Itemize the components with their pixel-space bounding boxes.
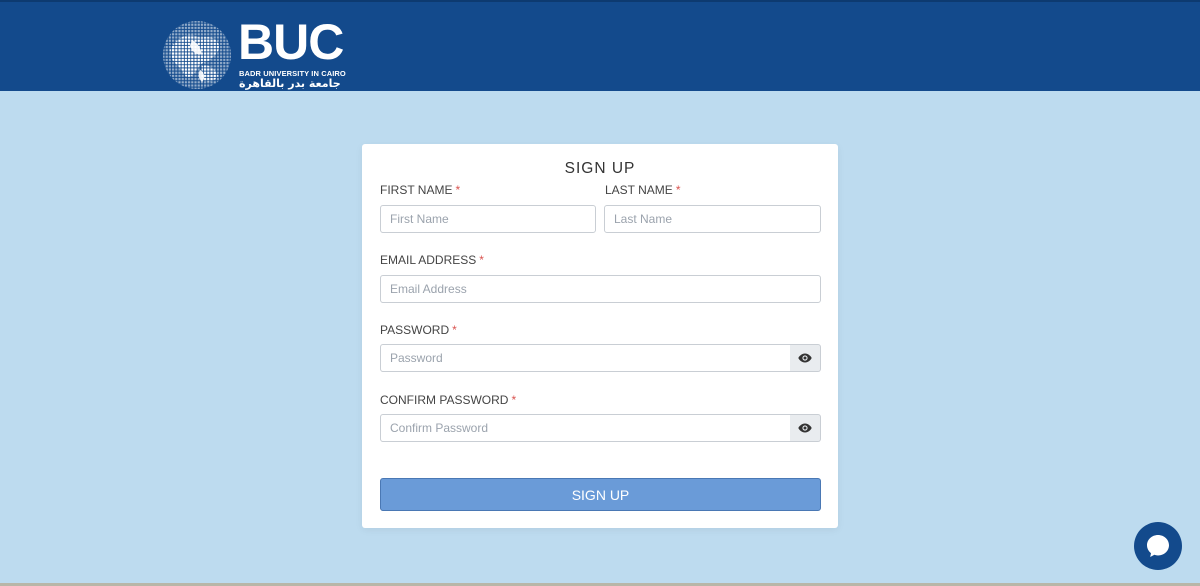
buc-logo[interactable]: BUC BADR UNIVERSITY IN CAIRO جامعة بدر ب… xyxy=(162,14,362,92)
eye-icon xyxy=(798,423,812,433)
chat-widget-button[interactable] xyxy=(1134,522,1182,570)
last-name-label-text: LAST NAME xyxy=(605,183,673,197)
first-name-input[interactable] xyxy=(380,205,596,233)
required-mark: * xyxy=(675,183,681,197)
password-label-text: PASSWORD xyxy=(380,323,450,337)
sign-up-button[interactable]: SIGN UP xyxy=(380,478,821,511)
eye-icon xyxy=(798,353,812,363)
confirm-password-label-text: CONFIRM PASSWORD xyxy=(380,393,509,407)
brand-name: BUC xyxy=(238,14,344,70)
last-name-input[interactable] xyxy=(604,205,821,233)
first-name-label: FIRST NAME * xyxy=(380,183,460,197)
required-mark: * xyxy=(455,183,461,197)
show-confirm-password-toggle[interactable] xyxy=(790,414,821,442)
signup-card: SIGN UP FIRST NAME* LAST NAME* EMAIL ADD… xyxy=(362,144,838,528)
email-label: EMAIL ADDRESS * xyxy=(380,253,484,267)
email-label-text: EMAIL ADDRESS xyxy=(380,253,477,267)
show-password-toggle[interactable] xyxy=(790,344,821,372)
confirm-password-input[interactable] xyxy=(380,414,791,442)
brand-arabic-name: جامعة بدر بالقاهرة xyxy=(239,77,341,90)
required-mark: * xyxy=(511,393,517,407)
site-header: BUC BADR UNIVERSITY IN CAIRO جامعة بدر ب… xyxy=(0,0,1200,91)
form-title: SIGN UP xyxy=(564,160,636,177)
chat-bubble-icon xyxy=(1147,535,1169,557)
password-label: PASSWORD * xyxy=(380,323,457,337)
last-name-label: LAST NAME * xyxy=(605,183,680,197)
password-input[interactable] xyxy=(380,344,791,372)
required-mark: * xyxy=(479,253,484,267)
confirm-password-label: CONFIRM PASSWORD * xyxy=(380,393,516,407)
globe-icon xyxy=(163,21,231,89)
required-mark: * xyxy=(452,323,457,337)
email-input[interactable] xyxy=(380,275,821,303)
first-name-label-text: FIRST NAME xyxy=(380,183,453,197)
